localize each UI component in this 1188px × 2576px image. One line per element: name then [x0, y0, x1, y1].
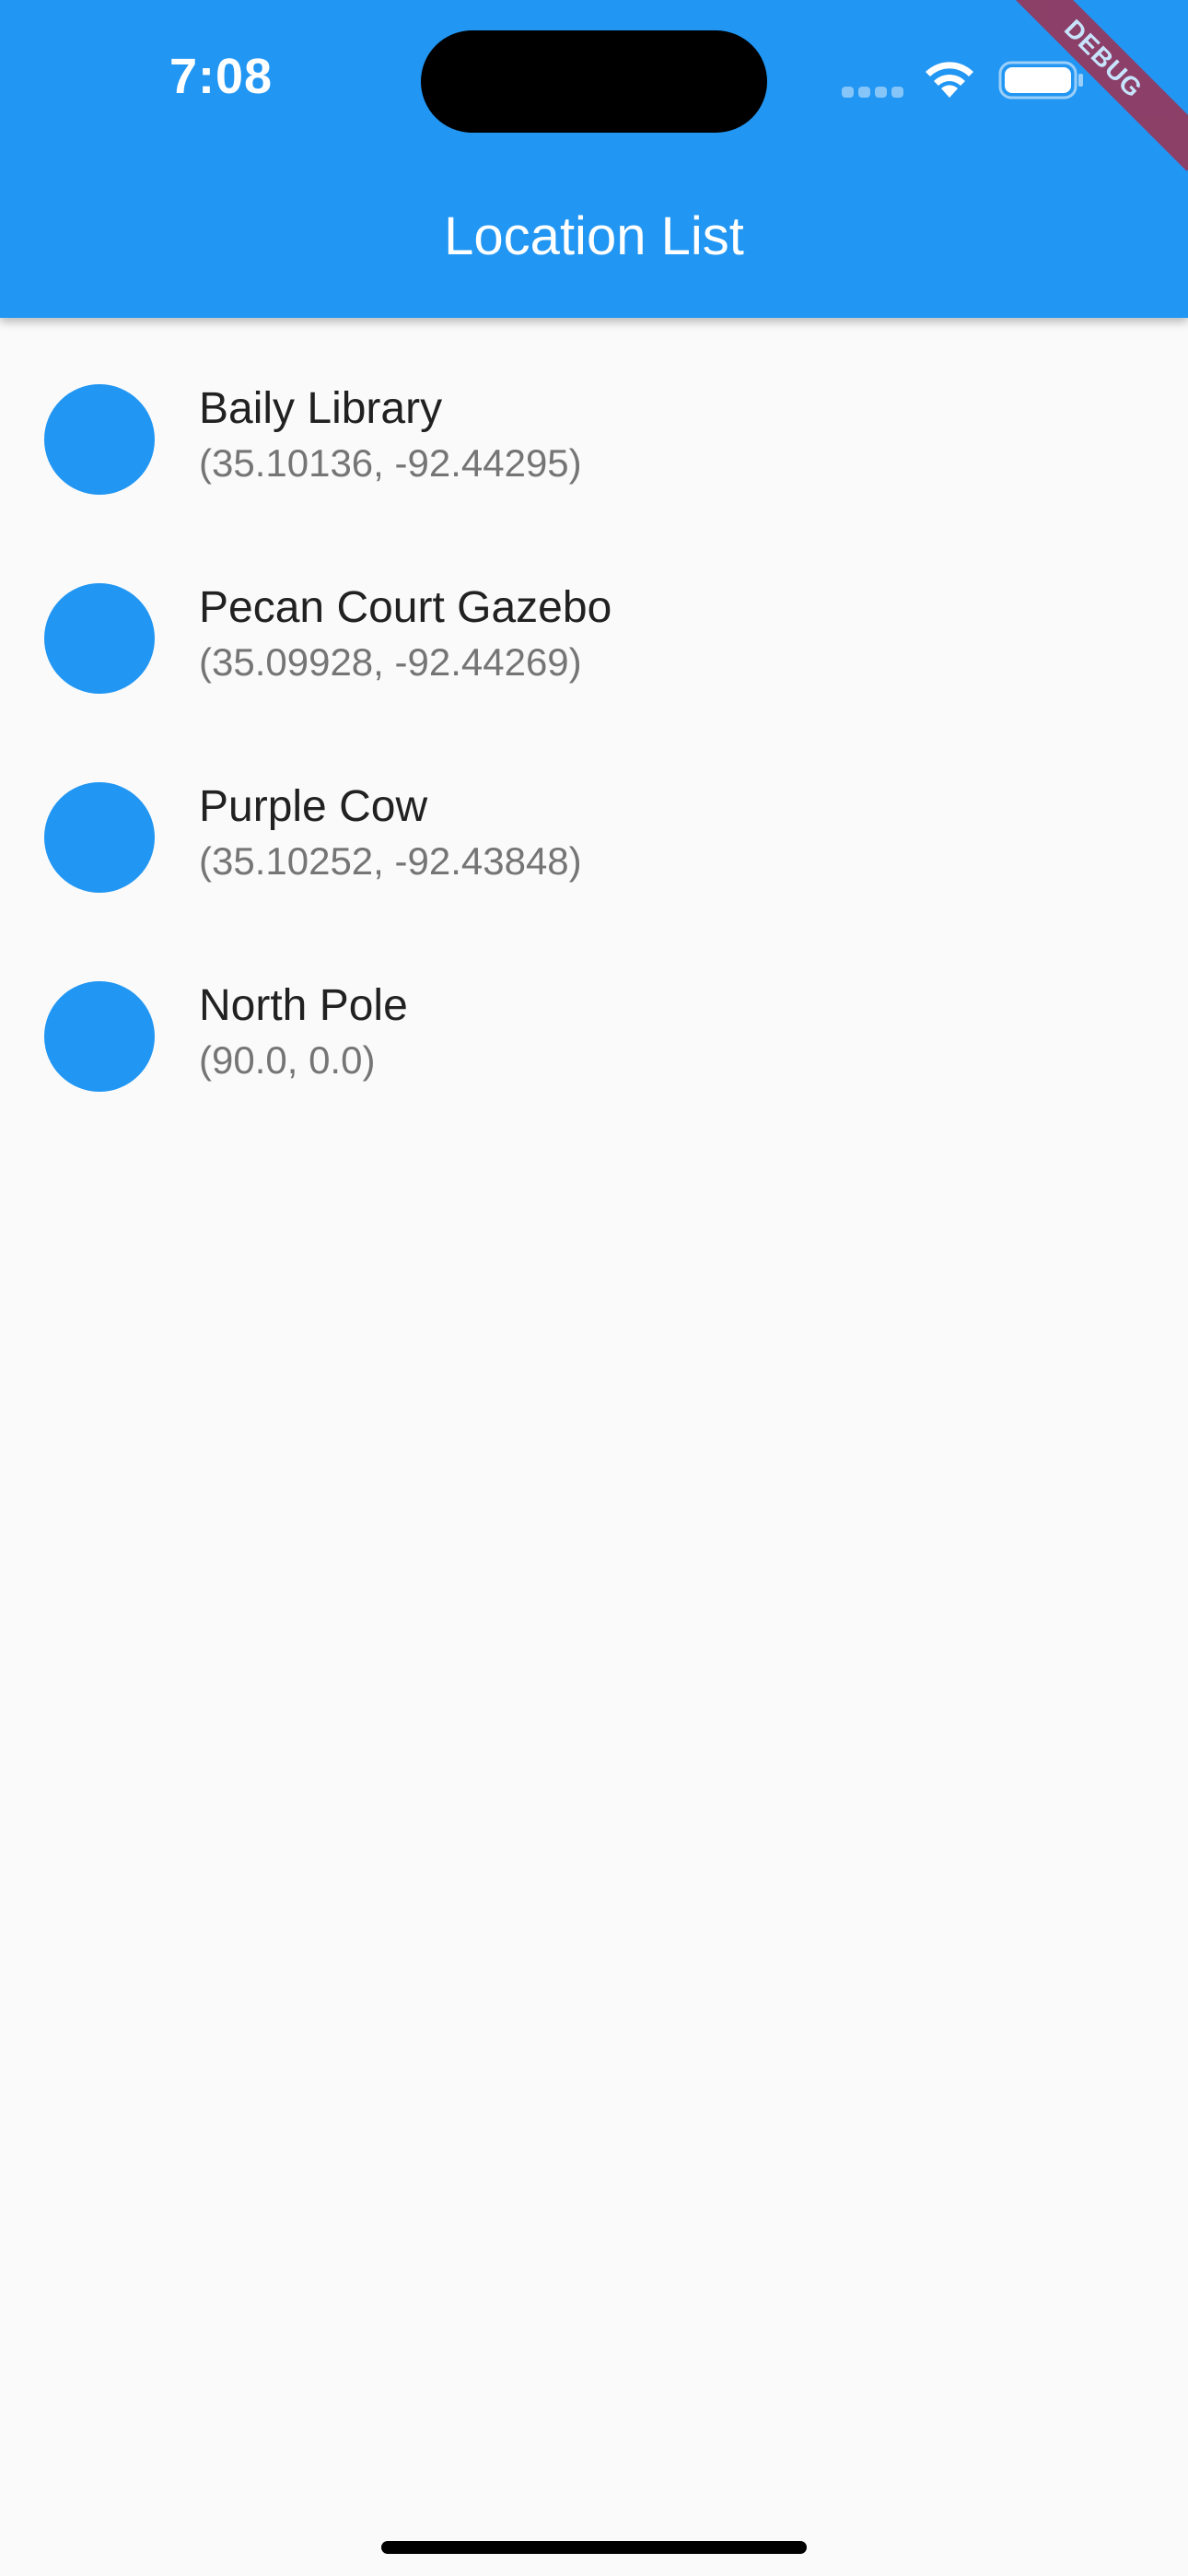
location-coordinates: (35.09928, -92.44269): [199, 640, 582, 684]
cellular-signal-icon: [842, 87, 904, 98]
page-title: Location List: [444, 206, 744, 266]
location-list-item[interactable]: Purple Cow (35.10252, -92.43848): [0, 716, 1188, 915]
home-indicator[interactable]: [381, 2541, 807, 2554]
app-bar: 7:08 Location List: [0, 0, 1188, 318]
location-avatar: [44, 583, 155, 694]
location-avatar: [44, 782, 155, 893]
location-name: Baily Library: [199, 384, 443, 433]
location-coordinates: (35.10136, -92.44295): [199, 441, 582, 485]
location-name: Pecan Court Gazebo: [199, 583, 612, 632]
wifi-icon: [926, 62, 973, 98]
location-list-item[interactable]: North Pole (90.0, 0.0): [0, 915, 1188, 1114]
location-coordinates: (90.0, 0.0): [199, 1038, 376, 1082]
location-avatar: [44, 384, 155, 495]
dynamic-island: [421, 30, 767, 133]
location-name: North Pole: [199, 981, 408, 1030]
location-name: Purple Cow: [199, 782, 428, 831]
battery-icon: [998, 61, 1083, 100]
location-list: Baily Library (35.10136, -92.44295) Peca…: [0, 318, 1188, 1114]
location-list-item[interactable]: Baily Library (35.10136, -92.44295): [0, 318, 1188, 517]
status-bar-time: 7:08: [169, 49, 274, 104]
location-list-item[interactable]: Pecan Court Gazebo (35.09928, -92.44269): [0, 517, 1188, 716]
app-screen: 7:08 Location List DEBUG Baily Library (…: [0, 0, 1188, 2576]
location-coordinates: (35.10252, -92.43848): [199, 839, 582, 883]
location-avatar: [44, 981, 155, 1092]
